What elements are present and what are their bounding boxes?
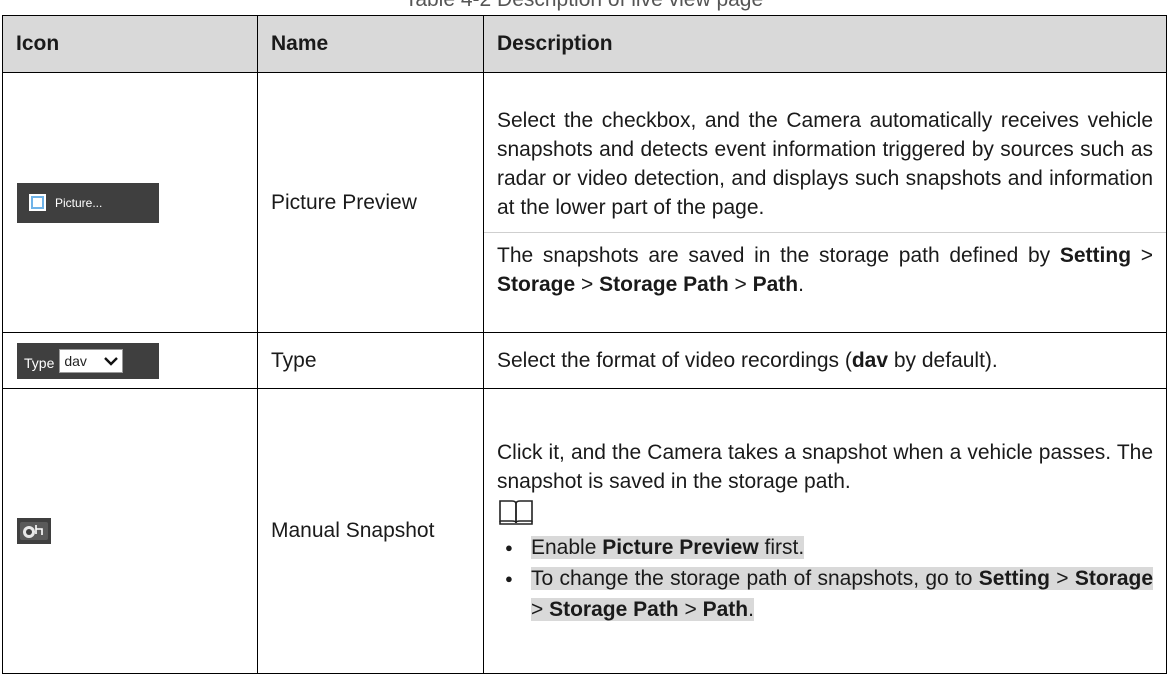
table-row: Manual Snapshot Click it, and the Camera…	[2, 388, 1167, 674]
description-text: Select the checkbox, and the Camera auto…	[497, 109, 1153, 219]
checkbox-icon	[29, 194, 46, 211]
type-select-icon: Type dav	[17, 342, 159, 379]
icon-cell: Picture...	[2, 72, 258, 333]
header-description: Description	[483, 15, 1167, 73]
name-cell: Type	[257, 332, 484, 389]
table-header-row: Icon Name Description	[2, 15, 1167, 73]
table-row: Picture... Picture Preview Select the ch…	[2, 72, 1167, 333]
divider	[484, 232, 1166, 233]
manual-snapshot-icon	[17, 518, 51, 544]
picture-icon-label: Picture...	[55, 195, 103, 210]
icon-cell: Type dav	[2, 332, 258, 389]
icon-cell	[2, 388, 258, 674]
live-view-description-table: Icon Name Description Picture... Picture…	[2, 15, 1167, 674]
picture-preview-checkbox-icon: Picture...	[17, 182, 159, 223]
name-cell: Picture Preview	[257, 72, 484, 333]
description-cell: Select the checkbox, and the Camera auto…	[483, 72, 1167, 333]
chevron-down-icon	[104, 356, 119, 366]
list-item: To change the storage path of snapshots,…	[497, 563, 1153, 625]
table-caption: Table 4-2 Description of live view page	[0, 0, 1168, 12]
list-item: Enable Picture Preview first.	[497, 532, 1153, 563]
table-row: Type dav Type Select the format of video…	[2, 332, 1167, 389]
book-note-icon	[499, 499, 533, 525]
note-list: Enable Picture Preview first. To change …	[497, 532, 1153, 625]
description-cell: Click it, and the Camera takes a snapsho…	[483, 388, 1167, 674]
description-text: The snapshots are saved in the storage p…	[497, 244, 1153, 296]
header-icon: Icon	[2, 15, 258, 73]
description-cell: Select the format of video recordings (d…	[483, 332, 1167, 389]
name-cell: Manual Snapshot	[257, 388, 484, 674]
type-dropdown: dav	[59, 348, 124, 373]
header-name: Name	[257, 15, 484, 73]
description-text: Select the format of video recordings (d…	[497, 349, 998, 372]
type-icon-label: Type	[24, 354, 55, 371]
description-text: Click it, and the Camera takes a snapsho…	[497, 440, 1153, 493]
